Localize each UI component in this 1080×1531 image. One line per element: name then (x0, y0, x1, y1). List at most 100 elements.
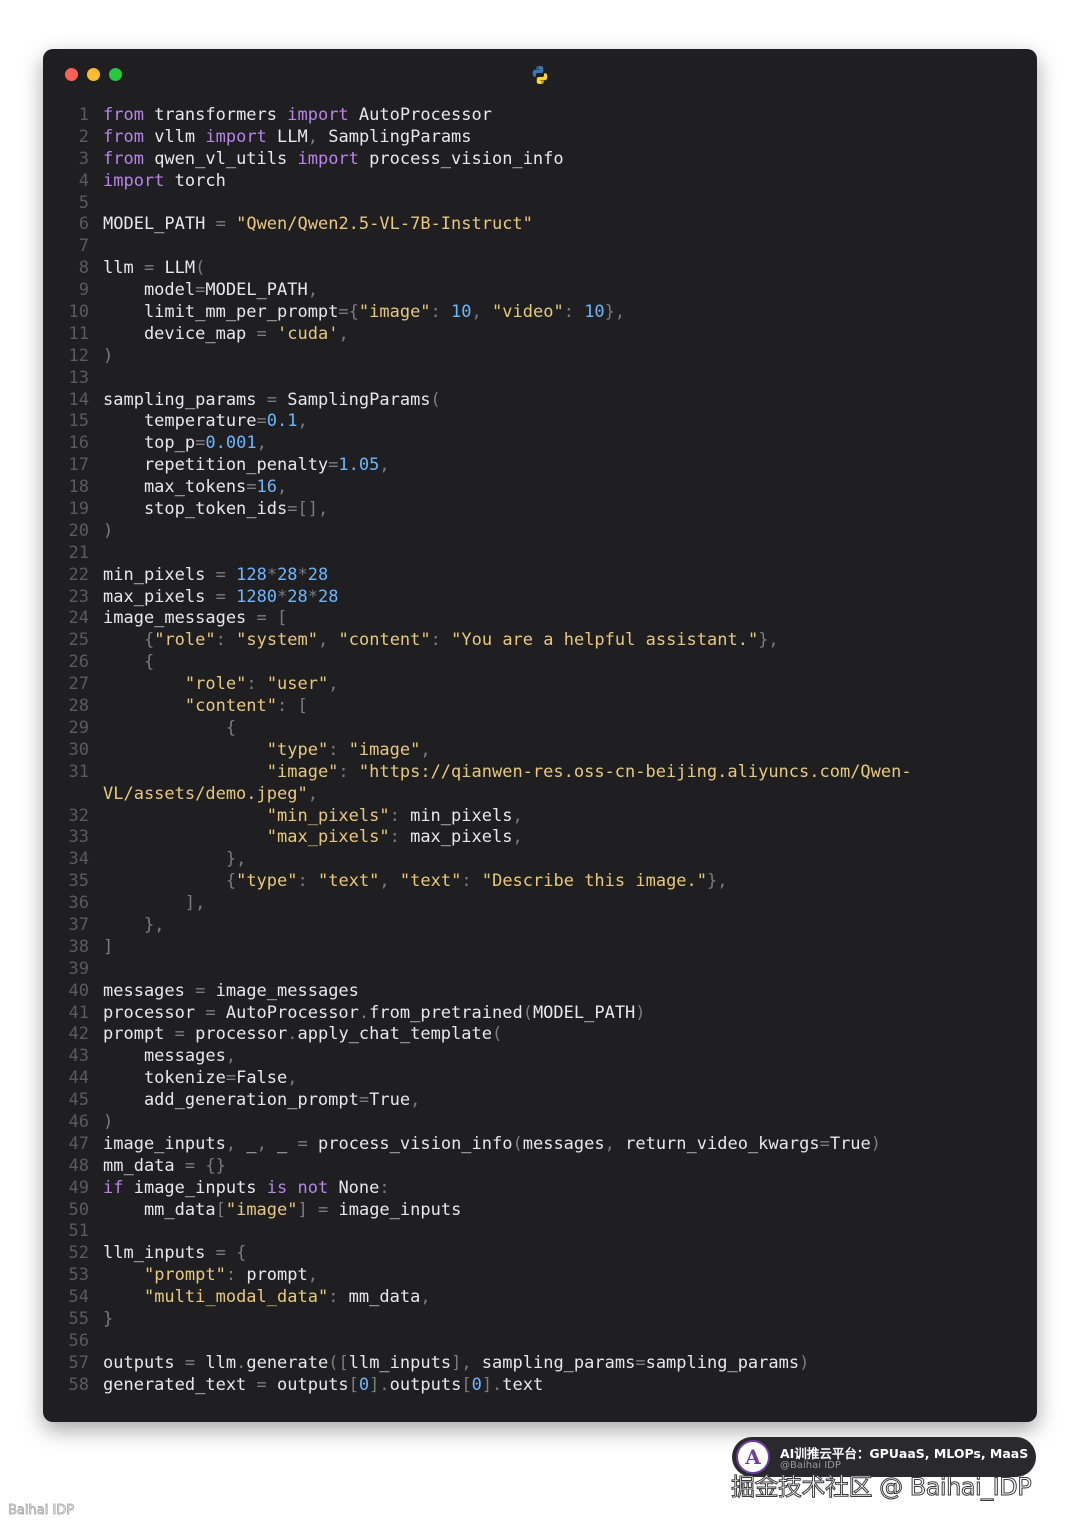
code-token: . (236, 1352, 247, 1373)
code-token: image_inputs (103, 1133, 226, 1154)
code-token: messages (103, 980, 196, 1001)
line-number: 55 (68, 1308, 89, 1329)
code-token: 0.001 (205, 433, 257, 454)
code-token: VL/assets/demo.jpeg" (103, 783, 308, 804)
code-token: ) (799, 1352, 810, 1373)
code-token: ]. (369, 1374, 390, 1395)
code-token: None (328, 1177, 380, 1198)
code-line: 49 if image_inputs is not None: (43, 1178, 1037, 1200)
code-token: SamplingParams (277, 389, 431, 410)
code-token: , (287, 1068, 298, 1089)
code-line: 57 outputs = llm.generate([llm_inputs], s… (43, 1353, 1037, 1375)
code-token: ( (195, 258, 206, 279)
code-line: 11 device_map = 'cuda', (43, 324, 1037, 346)
code-line: 37 }, (43, 915, 1037, 937)
code-token: "image" (348, 739, 421, 760)
line-number: 22 (68, 564, 89, 585)
code-token: [ (297, 696, 308, 717)
line-source (89, 1331, 103, 1353)
code-token: = (256, 1374, 267, 1395)
line-source: limit_mm_per_prompt={"image": 10, "video… (89, 302, 625, 324)
code-token: outputs (266, 1374, 349, 1395)
code-window: 1 from transformers import AutoProcessor 2… (43, 49, 1037, 1422)
code-line: 30 "type": "image", (43, 740, 1037, 762)
line-source: top_p=0.001, (89, 433, 267, 455)
code-token: ], (184, 893, 206, 914)
code-token: "system" (236, 630, 319, 651)
line-number: 18 (68, 477, 89, 498)
code-token: = (256, 323, 267, 344)
line-number: 25 (68, 630, 89, 651)
code-line: 12) (43, 346, 1037, 368)
line-number: 26 (68, 652, 89, 673)
code-token: : (297, 871, 308, 892)
code-token: repetition_penalty (103, 455, 329, 476)
line-number: 27 (68, 674, 89, 695)
line-number: 43 (68, 1046, 89, 1067)
code-token: is not (266, 1177, 329, 1198)
code-token: ] (103, 936, 114, 957)
code-token: temperature (103, 411, 257, 432)
code-token: LLM (266, 126, 308, 147)
code-token: : (563, 302, 574, 323)
close-window-button[interactable] (65, 68, 78, 81)
line-source (89, 368, 103, 390)
code-token: device_map (103, 323, 257, 344)
minimize-window-button[interactable] (87, 68, 100, 81)
code-token: "prompt" (143, 1265, 226, 1286)
line-source: } (89, 1309, 113, 1331)
code-token: }, (604, 302, 626, 323)
code-token: * (266, 564, 278, 585)
line-number: 5 (78, 192, 89, 213)
zoom-window-button[interactable] (109, 68, 122, 81)
code-line: 46) (43, 1112, 1037, 1134)
code-token: image_inputs (328, 1199, 462, 1220)
code-token: ( (491, 1024, 503, 1045)
code-line: 39 (43, 959, 1037, 981)
code-token: "content" (338, 630, 431, 651)
code-line: 47 image_inputs, _, _ = process_vision_in… (43, 1134, 1037, 1156)
code-token: { (143, 652, 155, 673)
code-token: sampling_params (103, 389, 267, 410)
code-token: generate (246, 1352, 329, 1373)
code-line: 13 (43, 368, 1037, 390)
code-token: = (819, 1133, 830, 1154)
code-token: : (338, 761, 349, 782)
code-token: = (195, 980, 206, 1001)
code-token: max_pixels (399, 827, 513, 848)
code-token: . (287, 1024, 298, 1045)
code-token: generated_text (103, 1374, 257, 1395)
code-token: }, (225, 849, 247, 870)
code-token: {} (205, 1155, 226, 1176)
code-token: image_messages (103, 608, 257, 629)
code-token: MODEL_PATH (532, 1002, 636, 1023)
line-number: 21 (68, 542, 89, 563)
line-number: 3 (78, 148, 89, 169)
code-token: import (287, 105, 349, 125)
line-number: 23 (68, 586, 89, 607)
code-token: = (174, 1024, 185, 1045)
line-number: 17 (68, 455, 89, 476)
code-token: . (358, 1002, 370, 1023)
code-line: 52 llm_inputs = { (43, 1243, 1037, 1265)
line-number: 6 (78, 214, 89, 235)
code-token: tokenize (103, 1068, 226, 1089)
line-source: llm = LLM( (89, 258, 205, 280)
line-number: 32 (68, 805, 89, 826)
line-source: }, (89, 849, 246, 871)
line-source: model=MODEL_PATH, (89, 280, 318, 302)
code-token: [ (215, 1199, 226, 1220)
line-number: 13 (68, 367, 89, 388)
line-source: outputs = llm.generate([llm_inputs], sam… (89, 1353, 809, 1375)
line-number: 2 (78, 126, 89, 147)
code-line: 21 (43, 543, 1037, 565)
code-token: transformers (143, 105, 288, 125)
